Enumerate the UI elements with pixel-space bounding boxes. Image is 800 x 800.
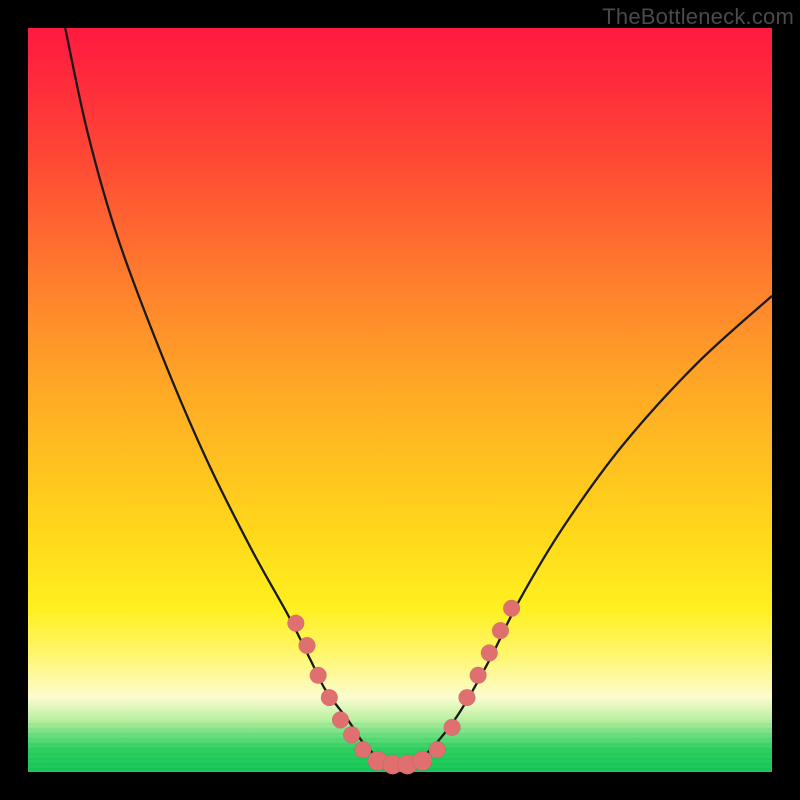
marker-dot xyxy=(310,667,327,684)
chart-container: TheBottleneck.com xyxy=(0,0,800,800)
curve-layer xyxy=(28,28,772,772)
marker-dot xyxy=(354,741,371,758)
marker-dot xyxy=(481,645,498,662)
marker-dot xyxy=(343,726,360,743)
marker-dot xyxy=(444,719,461,736)
plot-area xyxy=(28,28,772,772)
bottleneck-curve xyxy=(65,28,772,765)
marker-dot xyxy=(299,637,316,654)
marker-dot xyxy=(287,615,304,632)
marker-dot xyxy=(413,751,433,771)
watermark: TheBottleneck.com xyxy=(602,4,794,30)
marker-dot xyxy=(321,689,338,706)
marker-dot xyxy=(332,712,349,729)
highlight-dots xyxy=(287,600,520,774)
marker-dot xyxy=(429,741,446,758)
marker-dot xyxy=(470,667,487,684)
marker-dot xyxy=(459,689,476,706)
marker-dot xyxy=(503,600,520,617)
marker-dot xyxy=(492,622,509,639)
